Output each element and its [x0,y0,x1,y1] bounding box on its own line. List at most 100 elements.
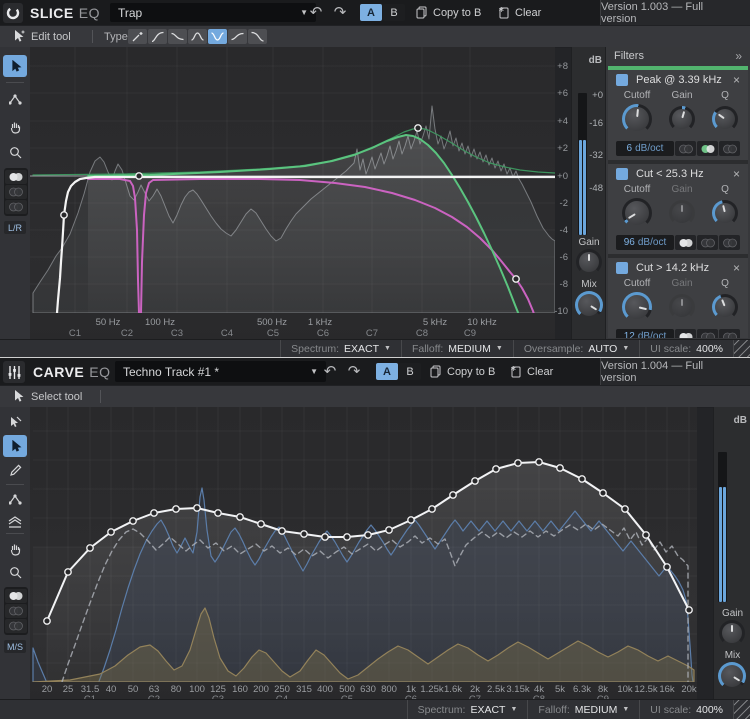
channel-side-toggle[interactable] [719,329,740,338]
close-icon[interactable]: × [733,261,740,275]
zoom-tool-button[interactable] [3,141,27,163]
q-knob[interactable] [712,200,738,226]
pencil-tool-button[interactable] [3,459,27,481]
channel-side-toggle[interactable] [5,619,27,633]
filter-enable-checkbox[interactable] [616,262,628,274]
eq-node[interactable] [536,459,542,465]
channel-right-toggle[interactable] [5,200,27,214]
hand-tool-button[interactable] [3,116,27,138]
eq-node[interactable] [622,506,628,512]
cutoff-knob[interactable] [622,292,652,322]
channel-both-toggle[interactable] [675,141,696,156]
eq-node[interactable] [686,607,692,613]
eq-node[interactable] [237,514,243,520]
zoom-tool-button[interactable] [3,561,27,583]
channel-mode-button[interactable]: L/R [4,221,26,234]
spectrum-dropdown[interactable]: Spectrum:EXACT▼ [407,700,528,719]
clear-button[interactable]: ∗ Clear [510,358,553,385]
eq-node[interactable] [664,564,670,570]
cutoff-knob[interactable] [622,104,652,134]
resize-grip[interactable] [733,340,750,357]
filter-enable-checkbox[interactable] [616,74,628,86]
mix-knob[interactable] [575,291,603,319]
undo-button[interactable]: ↶ [320,361,340,381]
eq-node[interactable] [513,276,519,282]
eq-node[interactable] [65,569,71,575]
eq-node[interactable] [493,466,499,472]
cutoff-knob[interactable] [622,198,652,228]
eq-node[interactable] [130,518,136,524]
close-icon[interactable]: × [733,167,740,181]
slope-dropdown[interactable]: 6dB/oct [616,141,674,156]
filter-enable-checkbox[interactable] [616,168,628,180]
copy-to-b-button[interactable]: Copy to B [430,358,495,385]
eq-node[interactable] [415,125,421,131]
channel-mid-toggle[interactable] [697,235,718,250]
channel-both-toggle[interactable] [675,235,696,250]
eq-node[interactable] [579,476,585,482]
channel-both-toggle[interactable] [5,170,27,184]
pointer-tool-button[interactable] [3,55,27,77]
channel-both-toggle[interactable] [5,589,27,603]
filter-type-auto-button[interactable] [128,29,147,44]
falloff-dropdown[interactable]: Falloff:MEDIUM▼ [401,340,513,357]
close-icon[interactable]: × [733,73,740,87]
eq-node[interactable] [429,506,435,512]
channel-mid-toggle[interactable] [5,604,27,618]
sketch-tool-button[interactable] [3,488,27,510]
channel-mid-toggle[interactable] [697,141,718,156]
slope-dropdown[interactable]: 96dB/oct [616,235,674,250]
eq-node[interactable] [344,534,350,540]
slice-eq-graph[interactable]: 50 Hz100 Hz500 Hz1 kHz5 kHz10 kHz C1C2C3… [30,47,555,340]
ab-toggle-b[interactable]: B [383,4,405,21]
eq-node[interactable] [108,529,114,535]
slice-preset-dropdown[interactable]: Trap ▼ [110,3,316,22]
collapse-panel-icon[interactable]: » [735,49,742,63]
eq-node[interactable] [151,510,157,516]
channel-mid-toggle[interactable] [697,329,718,338]
carve-eq-graph[interactable]: 202531.540506380100125160200250315400500… [30,407,697,700]
eq-node[interactable] [173,506,179,512]
eq-node[interactable] [472,478,478,484]
mix-knob[interactable] [718,662,746,690]
filter-type-highshelf-cut-button[interactable] [168,29,187,44]
sketch-tool-button[interactable] [3,88,27,110]
eq-node[interactable] [386,527,392,533]
channel-mode-button[interactable]: M/S [4,640,26,653]
eq-node[interactable] [450,492,456,498]
q-knob[interactable] [712,106,738,132]
filter-type-lowcut-button[interactable] [148,29,167,44]
pointer-tool-button[interactable] [3,435,27,457]
ab-toggle-a[interactable]: A [376,363,398,380]
eq-node[interactable] [600,490,606,496]
multi-curve-tool-button[interactable] [3,511,27,533]
hand-tool-button[interactable] [3,538,27,560]
filter-type-notch-button[interactable] [208,29,227,44]
slice-tool-button[interactable] [3,411,27,433]
copy-to-b-button[interactable]: Copy to B [416,0,481,25]
oversample-dropdown[interactable]: Oversample:AUTO▼ [513,340,639,357]
ab-toggle-a[interactable]: A [360,4,382,21]
undo-button[interactable]: ↶ [306,2,326,22]
gain-knob[interactable] [669,200,695,226]
carve-preset-dropdown[interactable]: Techno Track #1 * ▼ [115,361,326,382]
eq-node[interactable] [215,510,221,516]
eq-node[interactable] [408,517,414,523]
spectrum-dropdown[interactable]: Spectrum:EXACT▼ [280,340,401,357]
eq-node[interactable] [61,212,67,218]
eq-node[interactable] [365,532,371,538]
eq-node[interactable] [557,465,563,471]
eq-node[interactable] [279,528,285,534]
channel-left-toggle[interactable] [5,185,27,199]
gain-knob[interactable] [669,294,695,320]
eq-node[interactable] [515,460,521,466]
eq-node[interactable] [194,505,200,511]
channel-side-toggle[interactable] [719,141,740,156]
redo-button[interactable]: ↷ [344,361,364,381]
eq-node[interactable] [643,532,649,538]
eq-node[interactable] [322,534,328,540]
clear-button[interactable]: ∗ Clear [498,0,541,25]
channel-both-toggle[interactable] [675,329,696,338]
output-gain-knob[interactable] [719,620,745,646]
eq-node[interactable] [136,173,142,179]
